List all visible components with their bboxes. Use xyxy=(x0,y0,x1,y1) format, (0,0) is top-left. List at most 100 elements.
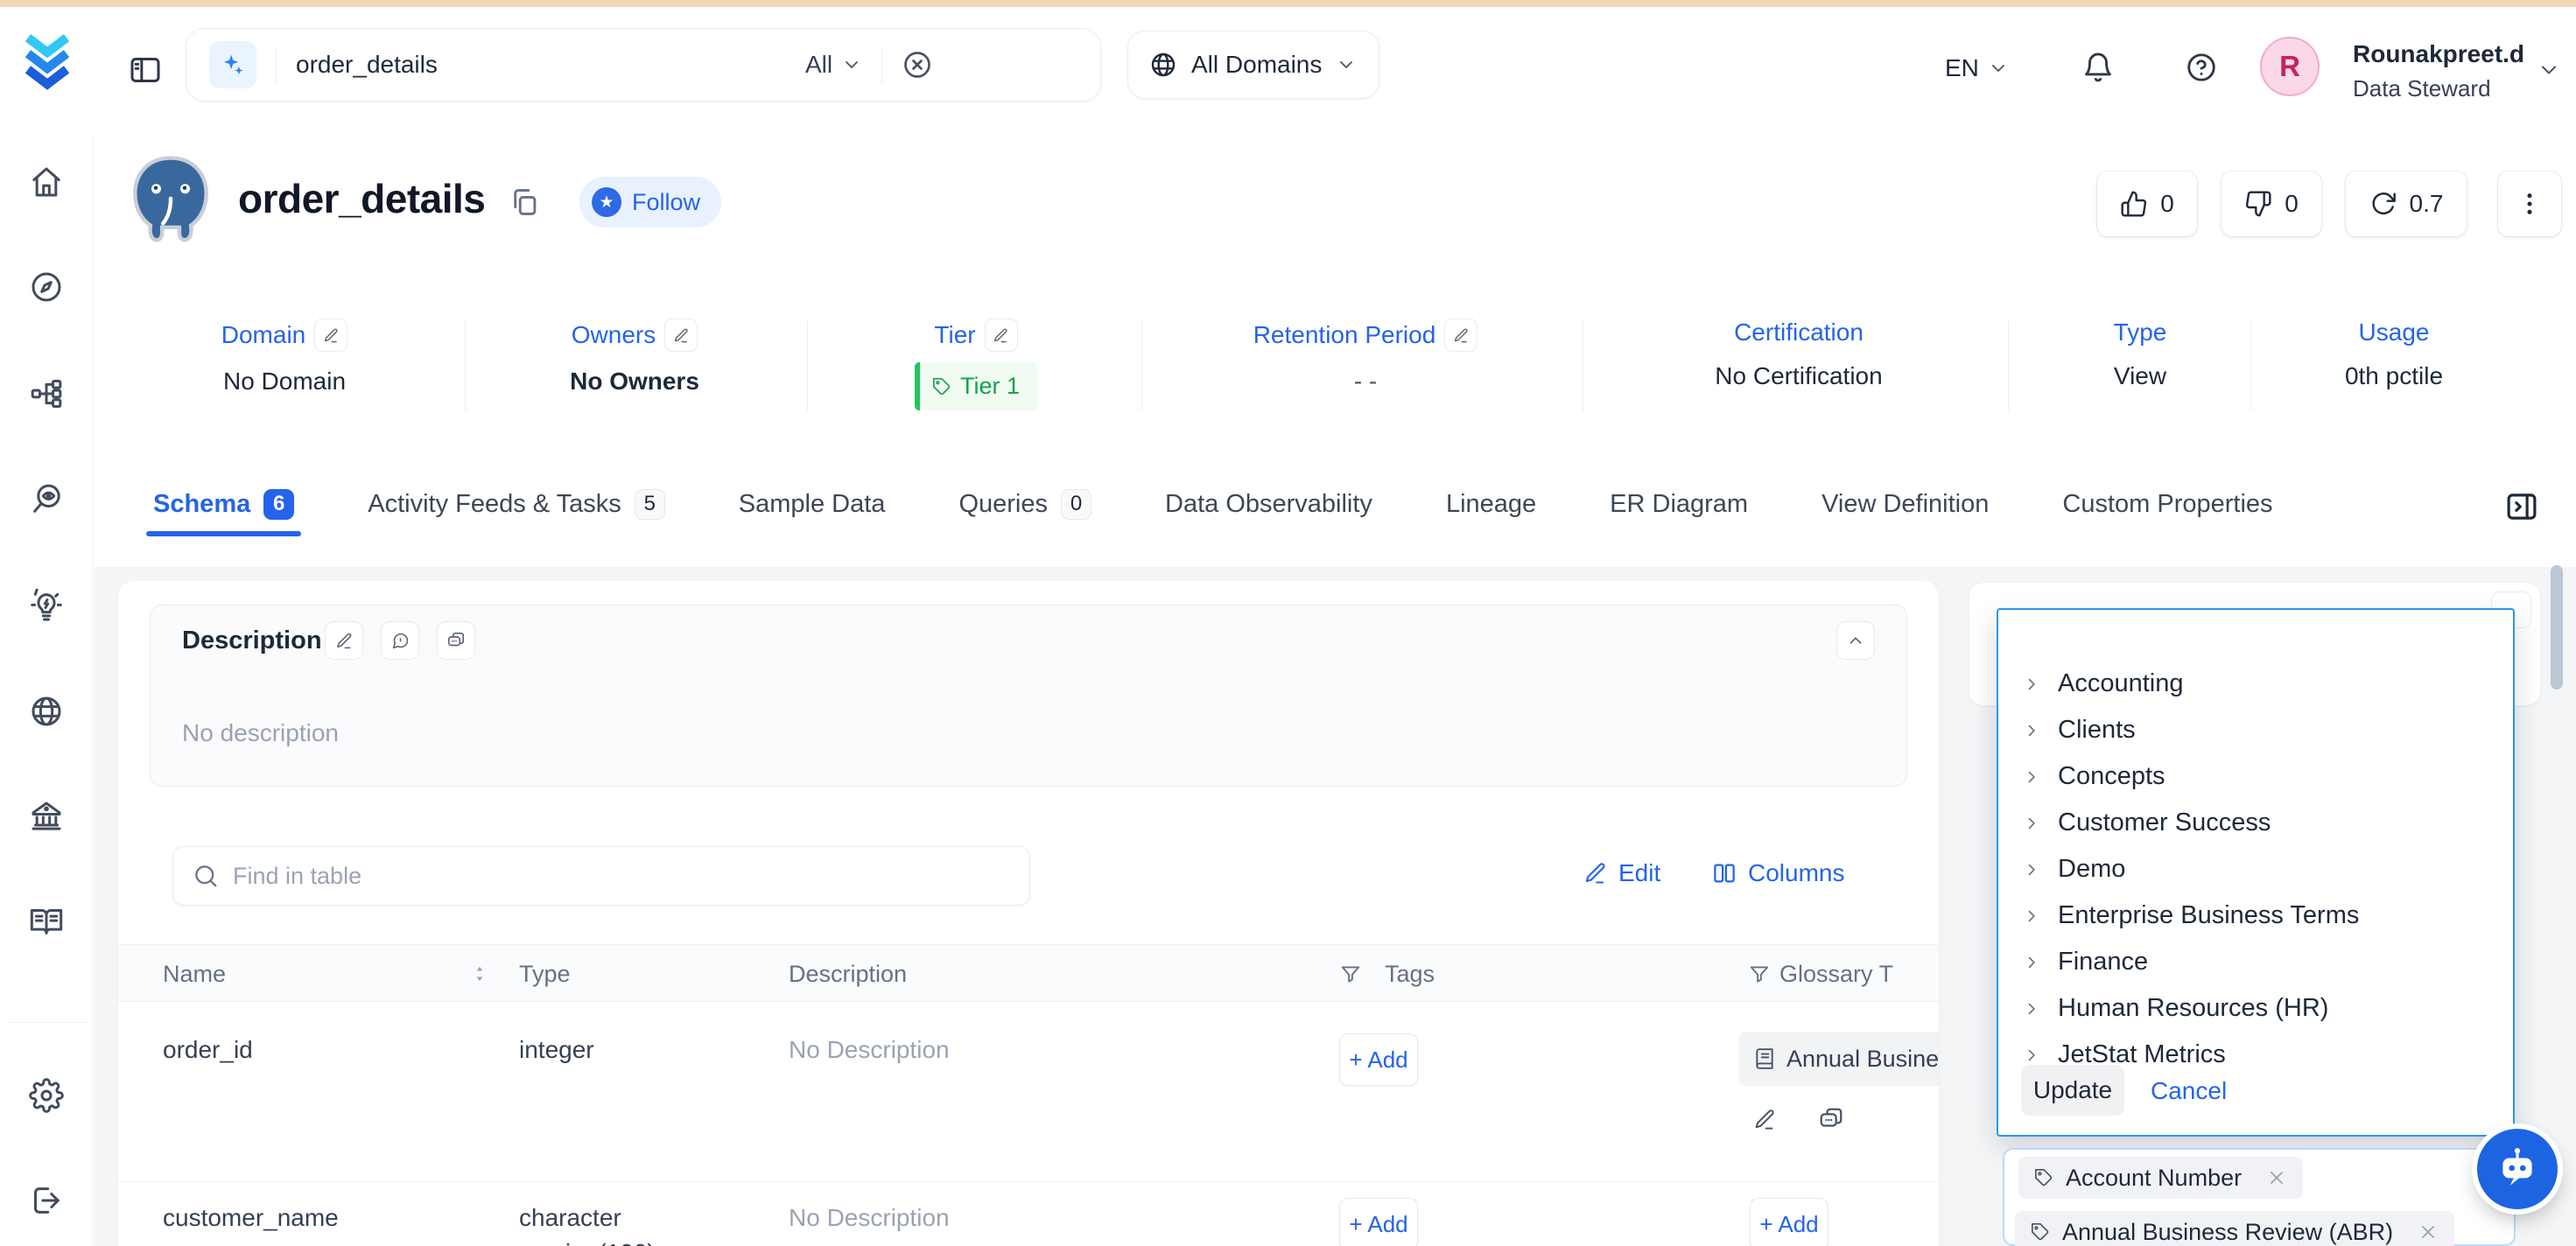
glossary-term-chip[interactable]: Annual Busine xyxy=(1739,1032,1939,1086)
observability-icon[interactable] xyxy=(29,482,64,517)
update-button[interactable]: Update xyxy=(2021,1065,2124,1116)
tab-custom-properties[interactable]: Custom Properties xyxy=(2062,490,2272,519)
column-header-description[interactable]: Description xyxy=(789,961,907,988)
tree-item-customer-success[interactable]: Customer Success xyxy=(1998,800,2513,846)
tab-schema[interactable]: Schema6 xyxy=(153,489,294,520)
comment-description-button[interactable] xyxy=(381,621,419,660)
row-description[interactable]: No Description xyxy=(789,1204,950,1232)
web-globe-icon[interactable] xyxy=(29,694,64,729)
usage-label[interactable]: Usage xyxy=(2359,318,2430,346)
add-tag-button[interactable]: + Add xyxy=(1339,1033,1418,1086)
logout-icon[interactable] xyxy=(29,1183,64,1218)
follow-button[interactable]: ★ Follow xyxy=(579,177,721,228)
cancel-button[interactable]: Cancel xyxy=(2151,1077,2227,1105)
threads-icon[interactable] xyxy=(1818,1106,1844,1132)
more-actions-button[interactable] xyxy=(2498,172,2561,236)
add-tag-button[interactable]: + Add xyxy=(1339,1198,1418,1246)
type-label[interactable]: Type xyxy=(2114,318,2167,346)
edit-retention-button[interactable] xyxy=(1444,318,1478,352)
tab-view-definition[interactable]: View Definition xyxy=(1821,490,1989,519)
sitemap-icon[interactable] xyxy=(29,376,64,411)
user-avatar[interactable]: R xyxy=(2260,37,2320,96)
edit-description-button[interactable] xyxy=(325,621,363,660)
chevron-right-icon[interactable] xyxy=(2023,1000,2040,1018)
edit-owners-button[interactable] xyxy=(664,318,698,352)
help-icon[interactable] xyxy=(2185,51,2218,84)
global-search-input[interactable] xyxy=(296,51,786,79)
filter-icon[interactable] xyxy=(1339,962,1362,985)
row-name[interactable]: customer_name xyxy=(163,1204,339,1232)
edit-table-button[interactable]: Edit xyxy=(1583,859,1660,887)
settings-gear-icon[interactable] xyxy=(29,1078,64,1113)
upvote-button[interactable]: 0 xyxy=(2097,172,2197,236)
threads-description-button[interactable] xyxy=(437,621,475,660)
notifications-bell-icon[interactable] xyxy=(2081,51,2115,84)
find-in-table-box[interactable] xyxy=(172,846,1030,906)
row-description[interactable]: No Description xyxy=(789,1036,950,1064)
tab-er-diagram[interactable]: ER Diagram xyxy=(1610,490,1748,519)
tier-label[interactable]: Tier xyxy=(934,321,975,349)
chevron-right-icon[interactable] xyxy=(2023,954,2040,971)
tab-lineage[interactable]: Lineage xyxy=(1446,490,1536,519)
collapse-description-button[interactable] xyxy=(1836,621,1875,660)
tree-item-clients[interactable]: Clients xyxy=(1998,707,2513,753)
copy-name-icon[interactable] xyxy=(508,186,541,219)
tab-data-observability[interactable]: Data Observability xyxy=(1165,490,1372,519)
atlan-logo[interactable] xyxy=(18,30,77,91)
tab-sample-data[interactable]: Sample Data xyxy=(739,490,886,519)
owners-label[interactable]: Owners xyxy=(572,321,656,349)
search-scope-dropdown[interactable]: All xyxy=(805,51,862,79)
compass-icon[interactable] xyxy=(29,270,64,304)
add-glossary-button[interactable]: + Add xyxy=(1750,1198,1828,1246)
chevron-right-icon[interactable] xyxy=(2023,861,2040,878)
chevron-right-icon[interactable] xyxy=(2023,722,2040,739)
chevron-right-icon[interactable] xyxy=(2023,676,2040,693)
global-search-bar[interactable]: All xyxy=(186,28,1101,102)
domain-label[interactable]: Domain xyxy=(221,321,305,349)
retention-label[interactable]: Retention Period xyxy=(1253,321,1436,349)
tab-queries[interactable]: Queries0 xyxy=(958,489,1091,520)
column-header-type[interactable]: Type xyxy=(519,961,571,988)
column-header-name[interactable]: Name xyxy=(163,961,226,988)
insights-bulb-icon[interactable] xyxy=(29,589,64,624)
domain-filter-dropdown[interactable]: All Domains xyxy=(1127,31,1379,99)
downvote-button[interactable]: 0 xyxy=(2222,172,2321,236)
clear-search-icon[interactable] xyxy=(902,49,933,80)
tab-activity-feeds-tasks[interactable]: Activity Feeds & Tasks5 xyxy=(368,489,665,520)
column-header-glossary[interactable]: Glossary T xyxy=(1779,961,1893,988)
chatbot-button[interactable] xyxy=(2477,1129,2558,1209)
tree-item-finance[interactable]: Finance xyxy=(1998,939,2513,985)
tree-item-demo[interactable]: Demo xyxy=(1998,846,2513,892)
chevron-right-icon[interactable] xyxy=(2023,907,2040,925)
chevron-right-icon[interactable] xyxy=(2023,768,2040,786)
certification-label[interactable]: Certification xyxy=(1734,318,1864,346)
columns-button[interactable]: Columns xyxy=(1711,859,1844,887)
term-chip-account-number[interactable]: Account Number xyxy=(2018,1157,2303,1199)
edit-domain-button[interactable] xyxy=(314,318,347,352)
tree-item-accounting[interactable]: Accounting xyxy=(1998,661,2513,707)
term-chip-annual-business-review[interactable]: Annual Business Review (ABR) xyxy=(2015,1211,2454,1246)
glossary-book-icon[interactable] xyxy=(29,904,64,939)
home-icon[interactable] xyxy=(29,164,64,200)
open-right-panel-icon[interactable] xyxy=(2503,488,2540,525)
chevron-right-icon[interactable] xyxy=(2023,815,2040,832)
tree-item-human-resources[interactable]: Human Resources (HR) xyxy=(1998,985,2513,1032)
governance-bank-icon[interactable] xyxy=(29,799,64,834)
chevron-right-icon[interactable] xyxy=(2023,1046,2040,1064)
row-name[interactable]: order_id xyxy=(163,1036,253,1064)
tree-item-concepts[interactable]: Concepts xyxy=(1998,753,2513,800)
ai-sparkle-icon[interactable] xyxy=(209,41,256,88)
edit-glossary-icon[interactable] xyxy=(1753,1108,1777,1131)
filter-icon[interactable] xyxy=(1748,962,1771,985)
language-dropdown[interactable]: EN xyxy=(1945,54,2009,82)
sidebar-toggle-icon[interactable] xyxy=(128,52,163,88)
scrollbar-thumb[interactable] xyxy=(2551,565,2563,690)
remove-term-icon[interactable] xyxy=(2266,1167,2287,1188)
remove-term-icon[interactable] xyxy=(2418,1222,2439,1242)
user-menu-chevron-icon[interactable] xyxy=(2537,58,2561,82)
tier-badge[interactable]: Tier 1 xyxy=(915,362,1037,410)
edit-tier-button[interactable] xyxy=(985,318,1018,352)
score-button[interactable]: 0.7 xyxy=(2346,172,2467,236)
sort-icon[interactable] xyxy=(468,962,491,985)
tree-item-enterprise-business-terms[interactable]: Enterprise Business Terms xyxy=(1998,892,2513,939)
